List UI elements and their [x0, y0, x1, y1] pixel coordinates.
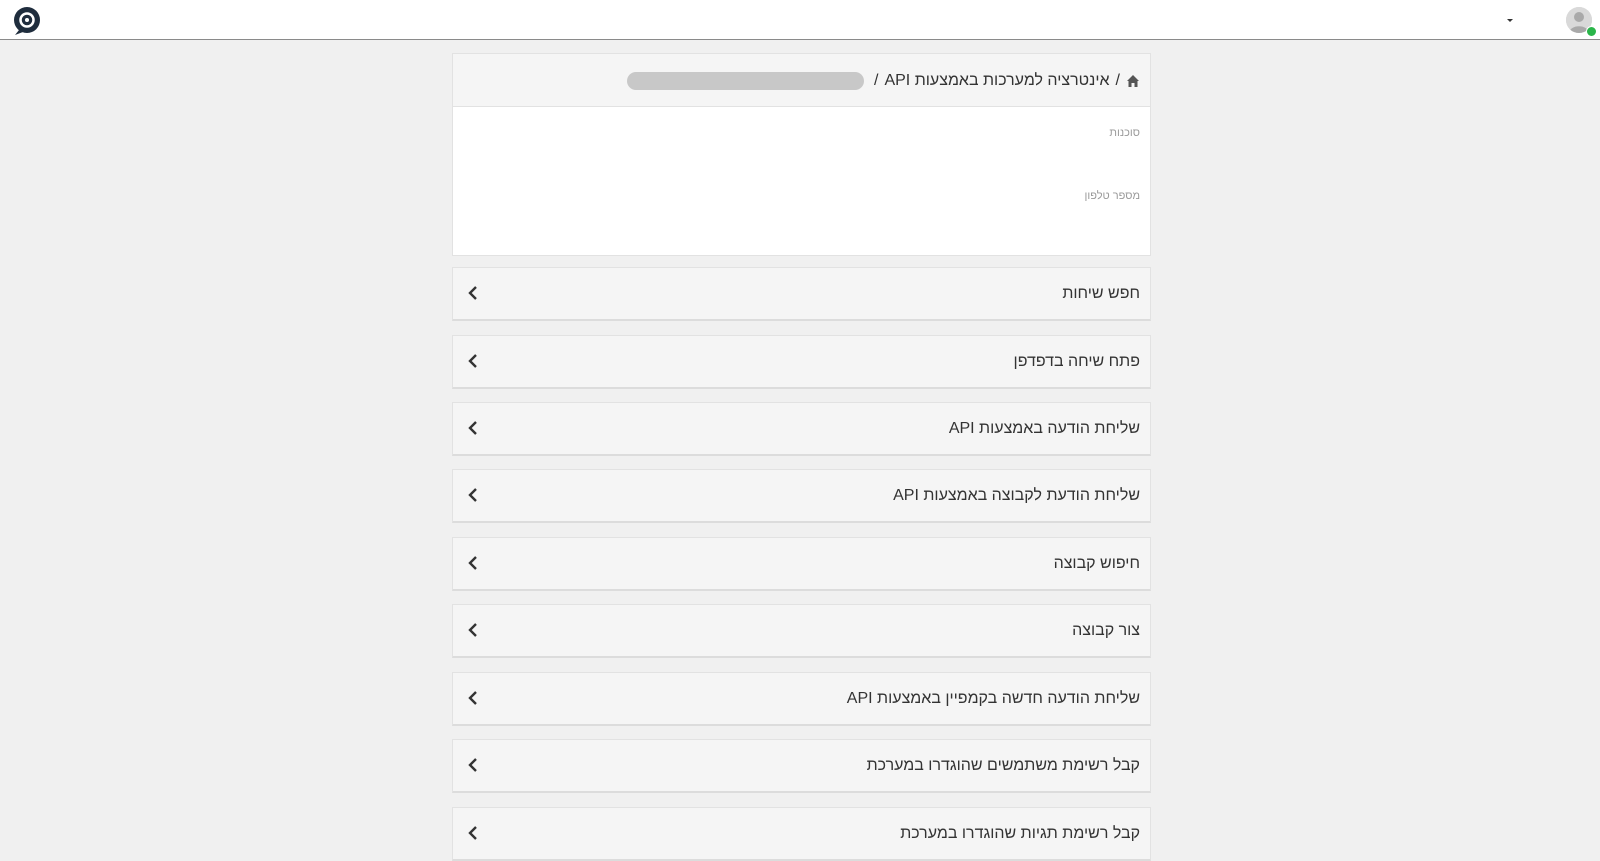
accordion-open-chat-browser[interactable]: פתח שיחה בדפדפן [452, 335, 1151, 389]
accordion-send-message-api[interactable]: שליחת הודעה באמצעות API [452, 402, 1151, 456]
phone-label: מספר טלפון [1084, 190, 1140, 202]
online-status-indicator [1586, 26, 1597, 37]
panel-header: / אינטרציה למערכות באמצעות API / [453, 54, 1150, 107]
accordion-title: חפש שיחות [1062, 285, 1140, 302]
accordion-list-users[interactable]: קבל רשימת משתמשים שהוגדרו במערכת [452, 739, 1151, 793]
chevron-left-icon [468, 623, 477, 637]
chevron-left-icon [468, 826, 477, 840]
accordion-campaign-message-api[interactable]: שליחת הודעה חדשה בקמפיין באמצעות API [452, 672, 1151, 726]
breadcrumb-separator: / [1115, 72, 1120, 89]
chevron-left-icon [468, 354, 477, 368]
accordion-title: קבל רשימת משתמשים שהוגדרו במערכת [866, 757, 1140, 774]
breadcrumb-current: אינטרציה למערכות באמצעות API [884, 72, 1110, 89]
breadcrumb: / אינטרציה למערכות באמצעות API / [627, 72, 1140, 90]
agency-label: סוכנות [1109, 127, 1140, 139]
accordion-search-chats[interactable]: חפש שיחות [452, 267, 1151, 321]
chevron-left-icon [468, 421, 477, 435]
user-menu-caret-icon[interactable] [1505, 16, 1515, 24]
chevron-left-icon [468, 556, 477, 570]
accordion-title: צור קבוצה [1072, 622, 1140, 639]
chevron-left-icon [468, 691, 477, 705]
accordion-title: קבל רשימת תגיות שהוגדרו במערכת [900, 825, 1140, 842]
app-logo-icon[interactable] [13, 6, 41, 36]
chevron-left-icon [468, 488, 477, 502]
api-integration-panel: / אינטרציה למערכות באמצעות API / סוכנות … [452, 53, 1151, 256]
accordion-title: חיפוש קבוצה [1053, 555, 1140, 572]
home-icon[interactable] [1126, 74, 1140, 88]
accordion-search-group[interactable]: חיפוש קבוצה [452, 537, 1151, 591]
chevron-left-icon [468, 758, 477, 772]
accordion-list-tags[interactable]: קבל רשימת תגיות שהוגדרו במערכת [452, 807, 1151, 861]
accordion-send-group-message-api[interactable]: שליחת הודעת לקבוצה באמצעות API [452, 469, 1151, 523]
breadcrumb-separator: / [874, 72, 879, 89]
redacted-text [627, 72, 864, 90]
accordion-title: שליחת הודעה באמצעות API [948, 420, 1140, 437]
accordion-create-group[interactable]: צור קבוצה [452, 604, 1151, 658]
chevron-left-icon [468, 286, 477, 300]
accordion-title: שליחת הודעת לקבוצה באמצעות API [893, 487, 1140, 504]
accordion-title: פתח שיחה בדפדפן [1013, 353, 1140, 370]
accordion-title: שליחת הודעה חדשה בקמפיין באמצעות API [846, 690, 1140, 707]
top-navbar [0, 0, 1600, 40]
